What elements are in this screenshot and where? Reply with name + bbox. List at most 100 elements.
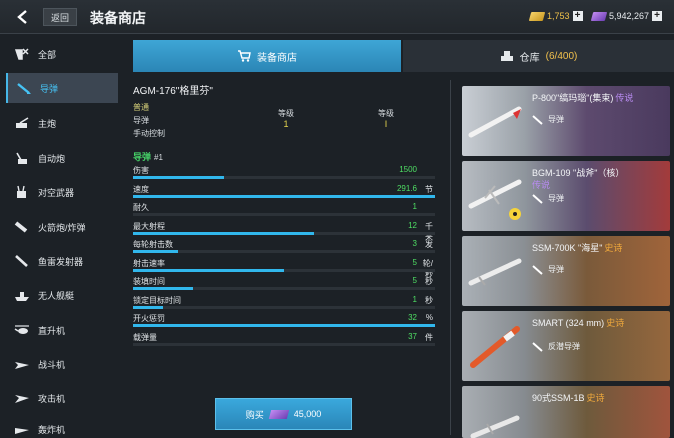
torpedo-image: [462, 311, 528, 381]
level-label: 等级: [278, 109, 294, 118]
stat-bar-fill: [133, 287, 193, 290]
sidebar-item-main-gun[interactable]: 主炮: [6, 108, 118, 138]
sidebar-item-label: 直升机: [38, 325, 66, 336]
autocannon-icon: [14, 151, 30, 165]
missile-icon: [16, 81, 32, 95]
card-type: 导弹: [532, 114, 564, 125]
stat-unit: 秒: [425, 295, 433, 305]
stat-row: 最大射程 12 千米: [133, 221, 435, 242]
sidebar-item-label: 轰炸机: [38, 425, 66, 435]
missile-icon: [532, 193, 543, 204]
missile-icon: [532, 341, 543, 352]
add-gems-button[interactable]: +: [652, 11, 663, 21]
card-name: 90式SSM-1B 史诗: [532, 393, 605, 403]
shop-card[interactable]: SMART (324 mm) 史诗 反潜导弹: [462, 311, 670, 381]
stat-bar-track: [133, 305, 435, 309]
bomber-icon: [14, 423, 30, 437]
attack-aircraft-icon: [14, 391, 30, 405]
weapon-type: 导弹: [133, 116, 149, 125]
stat-row: 锁定目标时间 1 秒: [133, 295, 435, 313]
category-sidebar: 全部 导弹 主炮 自动炮 对空武器 火箭炮/炸弹 鱼雷发射器 无人舰艇 直升机 …: [0, 35, 118, 438]
sidebar-item-torpedo[interactable]: 鱼雷发射器: [6, 246, 118, 276]
stat-row: 耐久 1: [133, 202, 435, 220]
stat-value: 37: [408, 331, 417, 341]
card-rarity: 史诗: [586, 393, 605, 403]
stat-row: 伤害 1500: [133, 165, 435, 183]
stat-unit: 件: [425, 332, 433, 342]
sidebar-item-drone-ship[interactable]: 无人舰艇: [6, 280, 118, 310]
gold-icon: [528, 11, 546, 21]
sidebar-item-bomber[interactable]: 轰炸机: [6, 417, 118, 438]
level-value: I: [384, 119, 388, 129]
rocket-icon: [14, 220, 30, 234]
torpedo-icon: [14, 254, 30, 268]
sidebar-item-all[interactable]: 全部: [6, 39, 118, 69]
warehouse-count: (6/400): [545, 50, 578, 62]
slot-number: #1: [154, 153, 163, 162]
sidebar-item-autocannon[interactable]: 自动炮: [6, 143, 118, 173]
level-column-2: 等级 I: [371, 108, 401, 129]
boxes-icon: [500, 51, 513, 61]
stat-value: 1500: [399, 165, 417, 174]
main-gun-icon: [14, 116, 30, 130]
stat-unit: 发: [425, 240, 433, 249]
back-button[interactable]: [8, 6, 38, 28]
stat-row: 载弹量 37 件: [133, 332, 435, 350]
card-type: 导弹: [532, 264, 564, 275]
tab-warehouse[interactable]: 仓库 (6/400): [403, 40, 674, 72]
all-icon: [14, 47, 30, 61]
stat-name: 射击速率: [133, 258, 165, 268]
shop-card[interactable]: 90式SSM-1B 史诗: [462, 386, 670, 438]
gem-currency: 5,942,267 +: [590, 11, 663, 21]
anti-air-icon: [14, 185, 30, 199]
level-value: 1: [283, 119, 289, 129]
stat-name: 载弹量: [133, 332, 157, 342]
sidebar-item-helicopter[interactable]: 直升机: [6, 315, 118, 345]
stat-bar-fill: [133, 305, 163, 309]
stat-value: 291.6: [396, 183, 417, 193]
stat-row: 装填时间 5 秒: [133, 276, 435, 294]
sidebar-item-label: 无人舰艇: [38, 290, 75, 301]
card-name: SMART (324 mm) 史诗: [532, 318, 625, 328]
level-column-1: 等级 1: [271, 108, 301, 129]
sidebar-item-missile[interactable]: 导弹: [6, 73, 118, 103]
card-rarity: 史诗: [606, 318, 625, 328]
buy-price: 45,000: [293, 409, 322, 419]
sidebar-item-fighter[interactable]: 战斗机: [6, 349, 118, 379]
missile-image: [462, 386, 528, 438]
shop-card[interactable]: SSM-700K "海星" 史诗 导弹: [462, 236, 670, 306]
sidebar-item-label: 全部: [38, 49, 57, 60]
card-type: 导弹: [532, 193, 564, 204]
stat-unit: 秒: [425, 277, 433, 286]
sidebar-item-label: 主炮: [38, 118, 57, 129]
sidebar-item-rocket[interactable]: 火箭炮/炸弹: [6, 212, 118, 242]
level-label: 等级: [378, 109, 394, 118]
add-gold-button[interactable]: +: [572, 11, 583, 21]
card-name: P-800"缟玛瑙"(集束) 传说: [532, 93, 634, 103]
card-name: SSM-700K "海星" 史诗: [532, 243, 623, 253]
drone-ship-icon: [14, 288, 30, 302]
stat-name: 开火惩罚: [133, 314, 165, 323]
tab-equipment-shop[interactable]: 装备商店: [133, 40, 401, 72]
back-label[interactable]: 返回: [43, 8, 77, 26]
missile-image: [462, 236, 528, 306]
gem-icon: [268, 409, 289, 419]
weapon-name: AGM-176"格里芬": [133, 86, 213, 97]
back-arrow-icon: [17, 10, 27, 24]
stat-name: 速度: [133, 184, 149, 194]
sidebar-item-label: 鱼雷发射器: [38, 256, 84, 267]
missile-icon: [532, 264, 543, 275]
shop-card[interactable]: BGM-109 "战斧"（核） 传说 导弹: [462, 161, 670, 231]
stat-bar-track: [133, 213, 435, 216]
stat-name: 锁定目标时间: [133, 295, 181, 305]
sidebar-item-anti-air[interactable]: 对空武器: [6, 177, 118, 207]
panel-divider: [450, 80, 451, 435]
shop-card[interactable]: P-800"缟玛瑙"(集束) 传说 导弹: [462, 86, 670, 156]
stat-value: 5: [412, 257, 417, 267]
sidebar-item-label: 自动炮: [38, 153, 66, 164]
stat-row: 每轮射击数 3 发: [133, 239, 435, 257]
sidebar-item-attack-aircraft[interactable]: 攻击机: [6, 383, 118, 413]
buy-button[interactable]: 购买 45,000: [215, 398, 352, 430]
stat-name: 耐久: [133, 203, 149, 212]
stat-bar-track: [133, 342, 435, 346]
